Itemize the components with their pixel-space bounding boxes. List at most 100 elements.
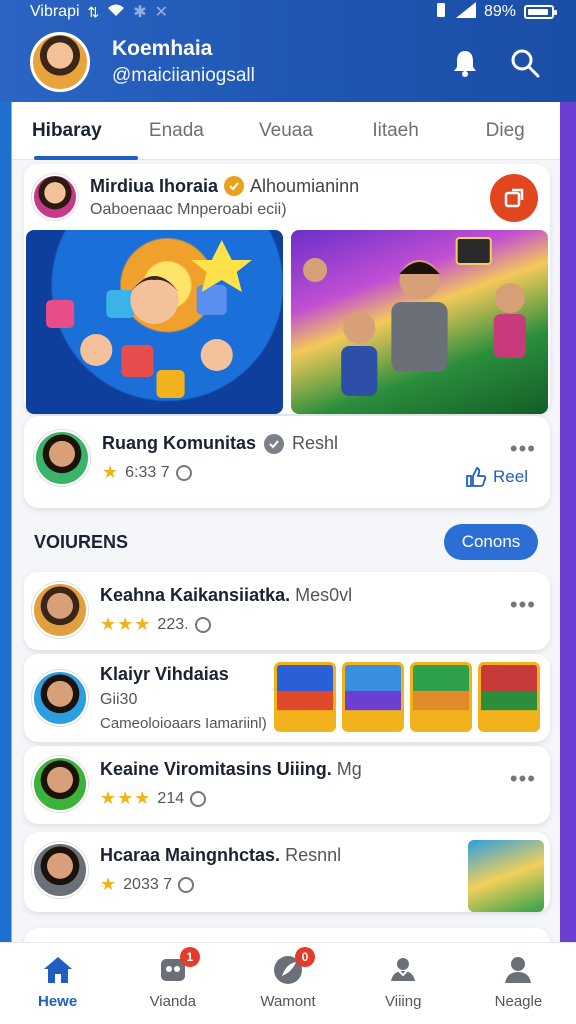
signal-icon bbox=[455, 1, 476, 23]
nav-wamont-label: Wamont bbox=[260, 993, 316, 1010]
list-item-tag: Mes0vl bbox=[295, 585, 353, 605]
star-rating-icon: ★★★ bbox=[100, 788, 152, 808]
post-image-cartoon-group[interactable] bbox=[291, 230, 548, 414]
tab-veuaa[interactable]: Veuaa bbox=[231, 102, 341, 160]
post-subtitle: Oaboenaac Mnperoabi ecii) bbox=[90, 200, 287, 218]
thumbnail-image[interactable] bbox=[274, 662, 336, 732]
thumbnail-image[interactable] bbox=[410, 662, 472, 732]
home-icon bbox=[43, 957, 72, 983]
status-bar: Vibrapi ⇅ ✱ ✕ 89% bbox=[0, 0, 576, 24]
more-options-icon[interactable]: ••• bbox=[510, 766, 536, 792]
person-icon bbox=[505, 957, 532, 983]
battery-fill bbox=[528, 9, 548, 15]
list-item-title: Hcaraa Maingnhctas. bbox=[100, 845, 281, 865]
search-icon bbox=[511, 49, 540, 78]
profile-name: Koemhaia bbox=[112, 37, 213, 60]
wifi-icon bbox=[107, 3, 125, 22]
profile-handle: @maiciianiogsall bbox=[112, 65, 255, 86]
star-rating-icon: ★★★ bbox=[100, 614, 152, 634]
views-icon bbox=[194, 616, 211, 633]
list-item-rating: 2033 7 bbox=[123, 875, 173, 893]
verified-badge-icon bbox=[224, 176, 245, 196]
like-label: Reel bbox=[493, 467, 528, 486]
list-item[interactable]: Klaiyr Vihdaias Gii30 Cameoloioaars Iama… bbox=[24, 654, 550, 742]
list-item-tag: Resnnl bbox=[285, 845, 342, 865]
thumbnail-image[interactable] bbox=[342, 662, 404, 732]
post-author-suffix: Alhoumianinn bbox=[250, 175, 360, 196]
bell-icon bbox=[454, 51, 476, 77]
app-header: Vibrapi ⇅ ✱ ✕ 89% Koemhaia @maiciianiogs… bbox=[0, 0, 576, 102]
group-icon bbox=[391, 958, 416, 981]
list-item-avatar[interactable] bbox=[32, 756, 88, 812]
community-avatar[interactable] bbox=[34, 430, 90, 486]
list-item-subtitle: Gii30 bbox=[100, 691, 138, 708]
list-item-thumbnail[interactable] bbox=[468, 840, 544, 912]
list-item-title: Keahna Kaikansiiatka. bbox=[100, 585, 291, 605]
mute-icon: ✕ bbox=[154, 4, 169, 21]
community-title[interactable]: Ruang Komunitas bbox=[102, 433, 256, 454]
community-rating-text: 6:33 7 bbox=[125, 463, 170, 481]
post-author-name[interactable]: Mirdiua Ihoraia bbox=[90, 176, 218, 197]
nav-badge: 1 bbox=[179, 947, 200, 967]
list-item[interactable]: Keaine Viromitasins Uiiing. Mg ★★★ 214 •… bbox=[24, 746, 550, 824]
bluetooth-icon: ✱ bbox=[133, 4, 147, 21]
tab-hibaray[interactable]: Hibaray bbox=[12, 102, 138, 160]
tab-iitaeh[interactable]: Iitaeh bbox=[341, 102, 451, 160]
star-rating-icon: ★ bbox=[100, 874, 118, 894]
nav-badge: 0 bbox=[295, 947, 315, 967]
list-item-rating: 214 bbox=[157, 789, 185, 807]
nav-profile[interactable]: Neagle bbox=[461, 943, 576, 1024]
nav-vianda-label: Vianda bbox=[149, 993, 197, 1010]
list-item-partial[interactable] bbox=[24, 928, 550, 942]
tab-enada[interactable]: Enada bbox=[122, 102, 232, 160]
community-card[interactable]: Ruang Komunitas Reshl ★ 6:33 7 ••• Reel bbox=[24, 416, 550, 508]
views-icon bbox=[178, 876, 195, 893]
nav-profile-label: Neagle bbox=[494, 993, 543, 1010]
list-item-tag: Mg bbox=[336, 759, 362, 779]
star-icon: ★ bbox=[102, 462, 120, 482]
views-icon bbox=[175, 464, 192, 481]
post-author-avatar[interactable] bbox=[32, 174, 78, 220]
more-options-icon[interactable]: ••• bbox=[510, 436, 536, 462]
thumbnail-strip bbox=[274, 662, 540, 732]
list-item-title: Keaine Viromitasins Uiiing. bbox=[100, 759, 332, 779]
battery-icon bbox=[524, 5, 557, 19]
thumbnail-image[interactable] bbox=[478, 662, 540, 732]
bottom-navigation: Hewe 1 Vianda 0 Wamont Viiing Neagle bbox=[0, 942, 576, 1024]
list-item-title: Klaiyr Vihdaias bbox=[100, 664, 229, 684]
like-button[interactable]: Reel bbox=[465, 466, 528, 488]
verified-check-icon bbox=[264, 433, 285, 454]
list-item-avatar[interactable] bbox=[32, 670, 88, 726]
nav-wamont[interactable]: 0 Wamont bbox=[230, 943, 345, 1024]
notifications-bell-button[interactable] bbox=[450, 48, 480, 78]
content-sheet: Hibaray Enada Veuaa Iitaeh Dieg Mirdiua … bbox=[12, 102, 560, 942]
share-icon bbox=[504, 188, 524, 208]
nav-home-label: Hewe bbox=[38, 993, 78, 1010]
profile-avatar[interactable] bbox=[30, 32, 90, 92]
nav-viiing-label: Viiing bbox=[385, 993, 422, 1010]
tab-bar: Hibaray Enada Veuaa Iitaeh Dieg bbox=[12, 102, 560, 160]
post-image-cartoon-kids[interactable] bbox=[26, 230, 283, 414]
list-item-avatar[interactable] bbox=[32, 582, 88, 638]
feed-post[interactable]: Mirdiua Ihoraia Alhoumianinn Oaboenaac M… bbox=[24, 164, 550, 414]
vibrate-icon bbox=[434, 2, 448, 23]
list-item-description: Cameoloioaars Iamariinl) bbox=[100, 715, 267, 732]
list-item-rating: 223. bbox=[157, 615, 189, 633]
thumbs-up-icon bbox=[466, 466, 487, 487]
search-button[interactable] bbox=[510, 48, 540, 78]
views-icon bbox=[190, 790, 207, 807]
community-tag: Reshl bbox=[292, 433, 339, 453]
nav-vianda[interactable]: 1 Vianda bbox=[115, 943, 230, 1024]
list-item-avatar[interactable] bbox=[32, 842, 88, 898]
nav-home[interactable]: Hewe bbox=[0, 943, 115, 1024]
more-options-icon[interactable]: ••• bbox=[510, 592, 536, 618]
data-icon: ⇅ bbox=[87, 3, 100, 20]
section-action-button[interactable]: Conons bbox=[444, 524, 538, 560]
nav-viiing[interactable]: Viiing bbox=[346, 943, 461, 1024]
tab-dieg[interactable]: Dieg bbox=[450, 102, 560, 160]
battery-percent: 89% bbox=[483, 3, 516, 20]
list-item[interactable]: Keahna Kaikansiiatka. Mes0vl ★★★ 223. ••… bbox=[24, 572, 550, 650]
share-button[interactable] bbox=[490, 174, 538, 222]
list-item[interactable]: Hcaraa Maingnhctas. Resnnl ★ 2033 7 bbox=[24, 832, 550, 912]
section-title: VOIURENS bbox=[34, 532, 129, 552]
